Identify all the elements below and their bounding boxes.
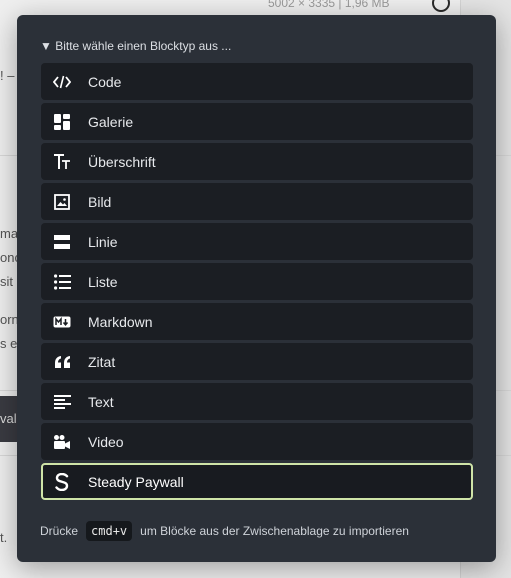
background-text: ! – [0, 68, 15, 83]
block-item-video[interactable]: Video [41, 423, 473, 460]
block-item-code[interactable]: Code [41, 63, 473, 100]
footer-suffix: um Blöcke aus der Zwischenablage zu impo… [140, 524, 409, 538]
heading-icon [53, 153, 71, 171]
modal-header[interactable]: ▼ Bitte wähle einen Blocktyp aus ... [40, 39, 231, 53]
block-item-heading[interactable]: Überschrift [41, 143, 473, 180]
list-icon [53, 273, 71, 291]
block-item-label: Code [88, 73, 122, 90]
block-item-text[interactable]: Text [41, 383, 473, 420]
block-item-image[interactable]: Bild [41, 183, 473, 220]
image-icon [53, 193, 71, 211]
block-type-list: Code Galerie Überschrift Bild Linie List… [41, 63, 473, 503]
video-icon [53, 433, 71, 451]
quote-icon [53, 353, 71, 371]
block-item-quote[interactable]: Zitat [41, 343, 473, 380]
block-item-label: Linie [88, 233, 118, 250]
block-item-label: Video [88, 433, 124, 450]
block-type-modal: ▼ Bitte wähle einen Blocktyp aus ... Cod… [17, 15, 496, 562]
code-icon [53, 73, 71, 91]
block-item-label: Markdown [88, 313, 153, 330]
image-info: 5002 × 3335 | 1,96 MB [268, 0, 390, 10]
modal-footer: Drücke cmd+v um Blöcke aus der Zwischena… [40, 521, 409, 541]
block-item-list[interactable]: Liste [41, 263, 473, 300]
background-text: sit [0, 274, 13, 289]
steady-s-icon [53, 472, 71, 491]
block-item-markdown[interactable]: Markdown [41, 303, 473, 340]
background-text: orn [0, 312, 19, 327]
block-item-label: Bild [88, 193, 112, 210]
background-text: t. [0, 530, 8, 545]
block-item-gallery[interactable]: Galerie [41, 103, 473, 140]
line-icon [53, 233, 71, 251]
block-item-label: Steady Paywall [88, 473, 184, 490]
background-text: ma [0, 226, 19, 241]
paste-shortcut: cmd+v [86, 521, 133, 541]
block-item-label: Überschrift [88, 153, 156, 170]
block-item-label: Liste [88, 273, 118, 290]
block-item-label: Zitat [88, 353, 116, 370]
remove-icon[interactable] [432, 0, 450, 12]
block-item-line[interactable]: Linie [41, 223, 473, 260]
text-icon [53, 393, 71, 411]
background-text: s e [0, 336, 18, 351]
gallery-icon [53, 113, 71, 131]
block-item-label: Text [88, 393, 114, 410]
block-item-steady-paywall[interactable]: Steady Paywall [41, 463, 473, 500]
markdown-icon [53, 313, 71, 331]
footer-prefix: Drücke [40, 524, 79, 538]
block-item-label: Galerie [88, 113, 134, 130]
